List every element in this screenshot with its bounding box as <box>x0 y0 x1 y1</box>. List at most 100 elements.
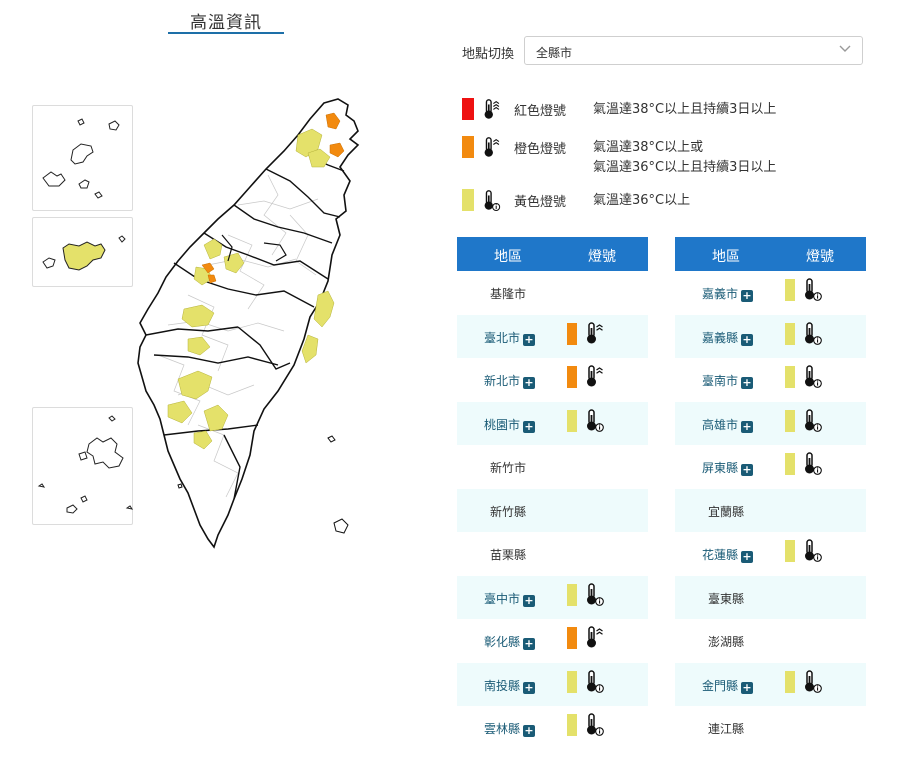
region-label: 南投縣 <box>484 678 521 693</box>
region-label: 桃園市 <box>484 417 521 432</box>
table-row[interactable]: 桃園市 + <box>457 401 648 445</box>
thermometer-info-icon <box>585 712 605 738</box>
region-label: 彰化縣 <box>484 635 521 649</box>
table-header: 地區 燈號 <box>457 237 648 271</box>
region-label: 嘉義縣 <box>702 330 739 345</box>
yellow-signal-bar <box>785 453 795 475</box>
region-name: 連江縣 <box>708 720 744 737</box>
thermometer-info-icon <box>803 408 823 434</box>
table-row[interactable]: 花蓮縣 + <box>675 532 866 576</box>
expand-plus-icon[interactable]: + <box>741 551 754 563</box>
location-switch-label: 地點切換 <box>462 47 515 62</box>
region-name[interactable]: 臺中市 + <box>484 590 536 607</box>
region-name: 宜蘭縣 <box>708 503 744 520</box>
expand-plus-icon[interactable]: + <box>741 377 754 389</box>
orange-signal-bar <box>567 322 577 345</box>
region-name[interactable]: 屏東縣 + <box>702 459 754 476</box>
expand-plus-icon[interactable]: + <box>741 290 754 302</box>
table-row[interactable]: 新北市 + <box>457 358 648 402</box>
table-row[interactable]: 臺北市 + <box>457 314 648 358</box>
region-table-right: 地區 燈號 嘉義市 + 嘉義縣 + 臺南市 + 高雄市 + 屏東縣 + 宜蘭縣 花蓮縣 + 臺東縣 澎湖縣金… <box>675 237 866 750</box>
region-label: 金門縣 <box>702 678 739 693</box>
region-name[interactable]: 南投縣 + <box>484 677 536 694</box>
region-name[interactable]: 高雄市 + <box>702 416 754 433</box>
region-table-left: 地區 燈號 基隆市 臺北市 + 新北市 + 桃園市 + 新竹市 新竹縣 苗栗縣 臺中市 + 彰化縣 + 南投… <box>457 237 648 750</box>
region-label: 基隆市 <box>490 287 527 301</box>
region-name[interactable]: 嘉義縣 + <box>702 329 754 346</box>
expand-plus-icon[interactable]: + <box>741 420 754 433</box>
region-name[interactable]: 桃園市 + <box>484 416 536 433</box>
orange-swatch <box>462 136 474 158</box>
region-label: 臺北市 <box>484 330 521 345</box>
expand-plus-icon[interactable]: + <box>523 594 536 607</box>
region-name[interactable]: 彰化縣 + <box>484 633 536 650</box>
table-row[interactable]: 嘉義市 + <box>675 271 866 315</box>
thermometer-double-chevron-icon <box>482 136 502 160</box>
legend-description-line: 氣溫達38°C以上且持續3日以上 <box>593 102 777 117</box>
thermometer-info-icon <box>585 582 605 608</box>
thermometer-info-icon <box>482 189 502 213</box>
region-label: 屏東縣 <box>702 461 739 475</box>
region-name[interactable]: 新北市 + <box>484 372 536 389</box>
table-row[interactable]: 金門縣 + <box>675 662 866 706</box>
region-name[interactable]: 臺南市 + <box>702 372 754 389</box>
region-label: 高雄市 <box>702 417 739 432</box>
thermometer-double-chevron-icon <box>585 321 605 347</box>
table-row: 澎湖縣 <box>675 619 866 663</box>
yellow-signal-bar <box>785 670 795 693</box>
thermometer-info-icon <box>803 451 823 477</box>
table-row[interactable]: 臺中市 + <box>457 575 648 619</box>
taiwan-map[interactable] <box>28 95 428 555</box>
region-label: 臺南市 <box>702 374 739 388</box>
region-name: 澎湖縣 <box>708 633 744 650</box>
region-name[interactable]: 雲林縣 + <box>484 720 536 737</box>
expand-plus-icon[interactable]: + <box>523 420 536 433</box>
yellow-signal-bar <box>567 583 577 606</box>
orange-signal-bar <box>567 366 577 388</box>
region-name[interactable]: 臺北市 + <box>484 329 536 346</box>
table-header: 地區 燈號 <box>675 237 866 271</box>
legend-name: 紅色燈號 <box>514 104 567 119</box>
expand-plus-icon[interactable]: + <box>741 681 754 694</box>
legend-name: 黃色燈號 <box>514 195 567 210</box>
table-row: 宜蘭縣 <box>675 488 866 532</box>
yellow-signal-bar <box>567 714 577 736</box>
region-name[interactable]: 金門縣 + <box>702 677 754 694</box>
table-row[interactable]: 屏東縣 + <box>675 445 866 489</box>
expand-plus-icon[interactable]: + <box>523 333 536 346</box>
expand-plus-icon[interactable]: + <box>523 681 536 694</box>
expand-plus-icon[interactable]: + <box>523 377 536 389</box>
region-label: 臺中市 <box>484 591 521 606</box>
yellow-signal-bar <box>785 540 795 562</box>
thermometer-info-icon <box>803 538 823 564</box>
yellow-signal-bar <box>785 322 795 345</box>
thermometer-double-chevron-icon <box>585 364 605 390</box>
thermometer-info-icon <box>803 277 823 303</box>
yellow-signal-bar <box>785 366 795 388</box>
region-label: 新竹市 <box>490 461 527 475</box>
region-label: 雲林縣 <box>484 722 521 736</box>
chevron-down-icon <box>839 45 851 52</box>
region-label: 宜蘭縣 <box>708 504 745 519</box>
taiwan-main-island <box>137 98 360 549</box>
thermometer-info-icon <box>803 364 823 390</box>
expand-plus-icon[interactable]: + <box>523 725 536 737</box>
table-row[interactable]: 南投縣 + <box>457 662 648 706</box>
region-name[interactable]: 花蓮縣 + <box>702 546 754 563</box>
expand-plus-icon[interactable]: + <box>741 333 754 346</box>
table-row[interactable]: 彰化縣 + <box>457 619 648 663</box>
expand-plus-icon[interactable]: + <box>523 638 536 650</box>
table-row[interactable]: 臺南市 + <box>675 358 866 402</box>
table-row[interactable]: 高雄市 + <box>675 401 866 445</box>
thermometer-double-chevron-icon <box>585 625 605 651</box>
red-swatch <box>462 98 474 120</box>
region-label: 新竹縣 <box>490 504 527 519</box>
thermometer-info-icon <box>585 669 605 695</box>
table-row[interactable]: 嘉義縣 + <box>675 314 866 358</box>
location-select[interactable]: 全縣市 <box>524 36 863 65</box>
expand-plus-icon[interactable]: + <box>741 464 754 476</box>
region-name: 新竹市 <box>490 459 526 476</box>
legend-description: 氣溫達38°C以上或 氣溫達36°C以上且持續3日以上 <box>593 138 776 178</box>
region-name[interactable]: 嘉義市 + <box>702 285 754 302</box>
table-row[interactable]: 雲林縣 + <box>457 706 648 750</box>
